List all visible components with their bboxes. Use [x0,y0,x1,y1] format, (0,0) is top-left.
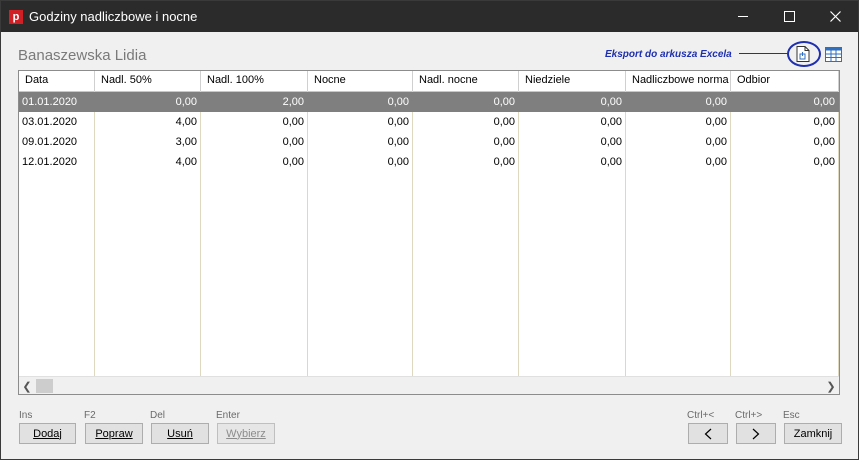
maximize-button[interactable] [766,1,812,32]
column-header-nadl-100[interactable]: Nadl. 100% [201,71,308,91]
cell-value: 0,00 [175,96,197,108]
grid-header: Data Nadl. 50% Nadl. 100% Nocne Nadl. no… [19,71,839,92]
cell-value: 0,00 [387,116,409,128]
cell-value: 0,00 [387,156,409,168]
cell-value: 0,00 [387,136,409,148]
cell-value: 0,00 [493,136,515,148]
cell-value: 0,00 [705,116,727,128]
cell-date: 12.01.2020 [22,156,78,168]
cell-value: 0,00 [705,156,727,168]
cell-value: 4,00 [175,156,197,168]
column-header-odbior[interactable]: Odbior [731,71,839,91]
cell-value: 0,00 [600,136,622,148]
shortcut-ins: Ins [19,410,33,421]
cell-value: 0,00 [493,116,515,128]
next-button[interactable] [736,423,776,444]
export-excel-icon[interactable] [796,46,810,62]
cell-date: 03.01.2020 [22,116,78,128]
person-name: Banaszewska Lidia [18,47,147,64]
column-header-nadl-nocne[interactable]: Nadl. nocne [413,71,519,91]
select-button-label: Wybierz [226,427,266,440]
shortcut-enter: Enter [216,410,240,421]
cell-value: 0,00 [282,116,304,128]
scrollbar-thumb[interactable] [36,379,53,393]
delete-button[interactable]: Usuń [151,423,209,444]
close-icon [829,11,841,22]
cell-value: 0,00 [600,156,622,168]
annotation-arrow-line [739,53,789,54]
cell-value: 4,00 [175,116,197,128]
minimize-button[interactable] [720,1,766,32]
main-window: p Godziny nadliczbowe i nocne Banaszewsk… [0,0,859,460]
shortcut-ctrl-next: Ctrl+> [735,410,763,421]
grid-settings-icon[interactable] [825,47,842,62]
shortcut-del: Del [150,410,166,421]
cell-value: 0,00 [813,156,835,168]
cell-value: 3,00 [175,136,197,148]
column-header-nocne[interactable]: Nocne [308,71,413,91]
cell-value: 0,00 [705,96,727,108]
cell-value: 0,00 [387,96,409,108]
previous-button[interactable] [688,423,728,444]
app-logo-icon: p [9,10,23,24]
column-header-data[interactable]: Data [19,71,95,91]
select-button[interactable]: Wybierz [217,423,275,444]
chevron-right-icon [752,428,760,439]
cell-value: 0,00 [600,116,622,128]
chevron-left-icon [704,428,712,439]
maximize-icon [783,11,795,22]
cell-value: 2,00 [282,96,304,108]
edit-button-label: Popraw [95,427,133,440]
scroll-left-icon[interactable]: ❮ [19,377,35,394]
column-header-nadliczbowe-norma[interactable]: Nadliczbowe norma [626,71,731,91]
table-row[interactable]: 12.01.2020 4,00 0,00 0,00 0,00 0,00 0,00… [19,152,839,172]
cell-value: 0,00 [813,96,835,108]
dialog-content: Banaszewska Lidia Eksport do arkusza Exc… [1,32,858,459]
cell-value: 0,00 [813,136,835,148]
cell-value: 0,00 [282,156,304,168]
add-button[interactable]: Dodaj [19,423,76,444]
close-window-button[interactable] [812,1,858,32]
add-button-label: Dodaj [33,427,62,440]
delete-button-label: Usuń [167,427,193,440]
data-grid[interactable]: Data Nadl. 50% Nadl. 100% Nocne Nadl. no… [18,70,840,395]
horizontal-scrollbar[interactable]: ❮ ❯ [19,376,839,394]
scroll-right-icon[interactable]: ❯ [823,377,839,394]
shortcut-ctrl-prev: Ctrl+< [687,410,715,421]
cell-date: 09.01.2020 [22,136,78,148]
window-title: Godziny nadliczbowe i nocne [29,9,198,24]
export-annotation-label: Eksport do arkusza Excela [605,49,732,60]
column-header-niedziele[interactable]: Niedziele [519,71,626,91]
cell-value: 0,00 [813,116,835,128]
cell-date: 01.01.2020 [22,96,78,108]
close-button[interactable]: Zamknij [784,423,842,444]
cell-value: 0,00 [600,96,622,108]
column-header-nadl-50[interactable]: Nadl. 50% [95,71,201,91]
cell-value: 0,00 [493,156,515,168]
minimize-icon [738,16,748,17]
table-row[interactable]: 03.01.2020 4,00 0,00 0,00 0,00 0,00 0,00… [19,112,839,132]
cell-value: 0,00 [282,136,304,148]
table-row[interactable]: 09.01.2020 3,00 0,00 0,00 0,00 0,00 0,00… [19,132,839,152]
edit-button[interactable]: Popraw [85,423,143,444]
shortcut-f2: F2 [84,410,96,421]
cell-value: 0,00 [705,136,727,148]
title-bar[interactable]: p Godziny nadliczbowe i nocne [1,1,858,32]
close-button-label: Zamknij [793,427,833,440]
shortcut-esc: Esc [783,410,800,421]
cell-value: 0,00 [493,96,515,108]
table-row[interactable]: 01.01.2020 0,00 2,00 0,00 0,00 0,00 0,00… [19,92,839,112]
